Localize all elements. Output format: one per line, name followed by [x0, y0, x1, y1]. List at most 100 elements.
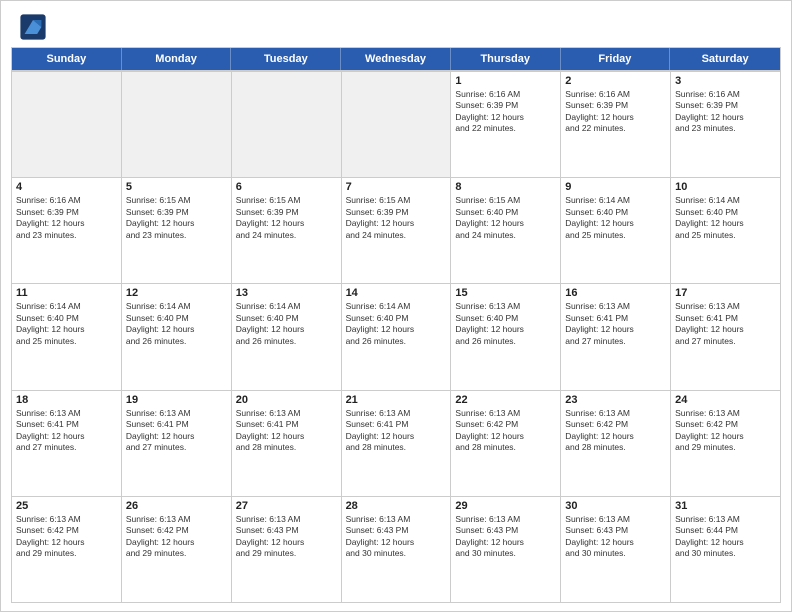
- cal-cell: 1 Sunrise: 6:16 AM Sunset: 6:39 PM Daylig…: [451, 71, 561, 177]
- cal-header-day-saturday: Saturday: [670, 48, 780, 70]
- cal-header-day-monday: Monday: [122, 48, 232, 70]
- day-number: 16: [565, 287, 666, 299]
- cal-cell: 29 Sunrise: 6:13 AM Sunset: 6:43 PM Dayli…: [451, 496, 561, 602]
- day-info: Sunrise: 6:15 AM Sunset: 6:39 PM Dayligh…: [126, 195, 227, 241]
- day-number: 18: [16, 394, 117, 406]
- cal-cell: 14 Sunrise: 6:14 AM Sunset: 6:40 PM Dayli…: [342, 283, 452, 389]
- day-info: Sunrise: 6:13 AM Sunset: 6:40 PM Dayligh…: [455, 301, 556, 347]
- cal-cell: 27 Sunrise: 6:13 AM Sunset: 6:43 PM Dayli…: [232, 496, 342, 602]
- cal-cell: [122, 71, 232, 177]
- cal-cell: 26 Sunrise: 6:13 AM Sunset: 6:42 PM Dayli…: [122, 496, 232, 602]
- cal-cell: 23Sunrise: 6:13 AM Sunset: 6:42 PM Dayli…: [561, 390, 671, 496]
- day-info: Sunrise: 6:13 AM Sunset: 6:43 PM Dayligh…: [455, 514, 556, 560]
- cal-cell: 22 Sunrise: 6:13 AM Sunset: 6:42 PM Dayli…: [451, 390, 561, 496]
- cal-header-day-sunday: Sunday: [12, 48, 122, 70]
- day-number: 31: [675, 500, 776, 512]
- calendar-header: SundayMondayTuesdayWednesdayThursdayFrid…: [11, 47, 781, 71]
- cal-cell: 9 Sunrise: 6:14 AM Sunset: 6:40 PM Daylig…: [561, 177, 671, 283]
- day-number: 26: [126, 500, 227, 512]
- day-info: Sunrise: 6:13 AM Sunset: 6:41 PM Dayligh…: [565, 301, 666, 347]
- cal-cell: 8 Sunrise: 6:15 AM Sunset: 6:40 PM Daylig…: [451, 177, 561, 283]
- cal-cell: 31 Sunrise: 6:13 AM Sunset: 6:44 PM Dayli…: [671, 496, 781, 602]
- day-info: Sunrise: 6:15 AM Sunset: 6:39 PM Dayligh…: [346, 195, 447, 241]
- day-number: 7: [346, 181, 447, 193]
- cal-cell: 18Sunrise: 6:13 AM Sunset: 6:41 PM Dayli…: [12, 390, 122, 496]
- day-info: Sunrise: 6:16 AM Sunset: 6:39 PM Dayligh…: [565, 89, 666, 135]
- day-number: 28: [346, 500, 447, 512]
- cal-cell: 3 Sunrise: 6:16 AM Sunset: 6:39 PM Daylig…: [671, 71, 781, 177]
- day-info: Sunrise: 6:13 AM Sunset: 6:43 PM Dayligh…: [565, 514, 666, 560]
- day-info: Sunrise: 6:15 AM Sunset: 6:40 PM Dayligh…: [455, 195, 556, 241]
- day-info: Sunrise: 6:14 AM Sunset: 6:40 PM Dayligh…: [126, 301, 227, 347]
- cal-cell: [342, 71, 452, 177]
- cal-cell: 15 Sunrise: 6:13 AM Sunset: 6:40 PM Dayli…: [451, 283, 561, 389]
- day-number: 21: [346, 394, 447, 406]
- day-info: Sunrise: 6:14 AM Sunset: 6:40 PM Dayligh…: [16, 301, 117, 347]
- cal-cell: 28 Sunrise: 6:13 AM Sunset: 6:43 PM Dayli…: [342, 496, 452, 602]
- cal-cell: [12, 71, 122, 177]
- day-info: Sunrise: 6:14 AM Sunset: 6:40 PM Dayligh…: [675, 195, 776, 241]
- cal-cell: 17 Sunrise: 6:13 AM Sunset: 6:41 PM Dayli…: [671, 283, 781, 389]
- day-info: Sunrise: 6:13 AM Sunset: 6:43 PM Dayligh…: [346, 514, 447, 560]
- cal-cell: 7 Sunrise: 6:15 AM Sunset: 6:39 PM Daylig…: [342, 177, 452, 283]
- cal-cell: 11 Sunrise: 6:14 AM Sunset: 6:40 PM Dayli…: [12, 283, 122, 389]
- cal-header-day-friday: Friday: [561, 48, 671, 70]
- day-number: 4: [16, 181, 117, 193]
- cal-cell: 30 Sunrise: 6:13 AM Sunset: 6:43 PM Dayli…: [561, 496, 671, 602]
- cal-cell: [232, 71, 342, 177]
- cal-cell: 21 Sunrise: 6:13 AM Sunset: 6:41 PM Dayli…: [342, 390, 452, 496]
- cal-cell: 12 Sunrise: 6:14 AM Sunset: 6:40 PM Dayli…: [122, 283, 232, 389]
- day-number: 12: [126, 287, 227, 299]
- day-number: 9: [565, 181, 666, 193]
- day-number: 24: [675, 394, 776, 406]
- day-number: 17: [675, 287, 776, 299]
- cal-cell: 5 Sunrise: 6:15 AM Sunset: 6:39 PM Daylig…: [122, 177, 232, 283]
- day-info: Sunrise: 6:13 AM Sunset: 6:42 PM Dayligh…: [126, 514, 227, 560]
- day-number: 15: [455, 287, 556, 299]
- day-info: Sunrise: 6:13 AM Sunset: 6:41 PM Dayligh…: [346, 408, 447, 454]
- cal-cell: 6 Sunrise: 6:15 AM Sunset: 6:39 PM Daylig…: [232, 177, 342, 283]
- day-number: 30: [565, 500, 666, 512]
- day-number: 19: [126, 394, 227, 406]
- day-number: 6: [236, 181, 337, 193]
- day-info: Sunrise: 6:13 AM Sunset: 6:44 PM Dayligh…: [675, 514, 776, 560]
- cal-header-day-thursday: Thursday: [451, 48, 561, 70]
- day-info: Sunrise: 6:15 AM Sunset: 6:39 PM Dayligh…: [236, 195, 337, 241]
- cal-cell: 20Sunrise: 6:13 AM Sunset: 6:41 PM Dayli…: [232, 390, 342, 496]
- day-number: 5: [126, 181, 227, 193]
- page: SundayMondayTuesdayWednesdayThursdayFrid…: [0, 0, 792, 612]
- cal-cell: 10Sunrise: 6:14 AM Sunset: 6:40 PM Dayli…: [671, 177, 781, 283]
- day-number: 2: [565, 75, 666, 87]
- day-number: 22: [455, 394, 556, 406]
- day-number: 8: [455, 181, 556, 193]
- day-info: Sunrise: 6:16 AM Sunset: 6:39 PM Dayligh…: [16, 195, 117, 241]
- day-number: 1: [455, 75, 556, 87]
- day-number: 14: [346, 287, 447, 299]
- day-number: 11: [16, 287, 117, 299]
- day-number: 29: [455, 500, 556, 512]
- day-number: 23: [565, 394, 666, 406]
- day-info: Sunrise: 6:13 AM Sunset: 6:42 PM Dayligh…: [675, 408, 776, 454]
- cal-cell: 4 Sunrise: 6:16 AM Sunset: 6:39 PM Daylig…: [12, 177, 122, 283]
- day-number: 27: [236, 500, 337, 512]
- day-info: Sunrise: 6:13 AM Sunset: 6:41 PM Dayligh…: [675, 301, 776, 347]
- day-info: Sunrise: 6:13 AM Sunset: 6:43 PM Dayligh…: [236, 514, 337, 560]
- day-info: Sunrise: 6:16 AM Sunset: 6:39 PM Dayligh…: [675, 89, 776, 135]
- day-info: Sunrise: 6:14 AM Sunset: 6:40 PM Dayligh…: [236, 301, 337, 347]
- day-info: Sunrise: 6:16 AM Sunset: 6:39 PM Dayligh…: [455, 89, 556, 135]
- cal-cell: 16 Sunrise: 6:13 AM Sunset: 6:41 PM Dayli…: [561, 283, 671, 389]
- day-info: Sunrise: 6:14 AM Sunset: 6:40 PM Dayligh…: [346, 301, 447, 347]
- header: [1, 1, 791, 47]
- day-info: Sunrise: 6:13 AM Sunset: 6:41 PM Dayligh…: [236, 408, 337, 454]
- cal-header-day-wednesday: Wednesday: [341, 48, 451, 70]
- cal-cell: 24 Sunrise: 6:13 AM Sunset: 6:42 PM Dayli…: [671, 390, 781, 496]
- day-info: Sunrise: 6:14 AM Sunset: 6:40 PM Dayligh…: [565, 195, 666, 241]
- day-info: Sunrise: 6:13 AM Sunset: 6:42 PM Dayligh…: [455, 408, 556, 454]
- day-number: 13: [236, 287, 337, 299]
- cal-cell: 13 Sunrise: 6:14 AM Sunset: 6:40 PM Dayli…: [232, 283, 342, 389]
- day-number: 3: [675, 75, 776, 87]
- day-number: 25: [16, 500, 117, 512]
- calendar: SundayMondayTuesdayWednesdayThursdayFrid…: [1, 47, 791, 611]
- cal-cell: 25Sunrise: 6:13 AM Sunset: 6:42 PM Dayli…: [12, 496, 122, 602]
- logo: [19, 13, 51, 41]
